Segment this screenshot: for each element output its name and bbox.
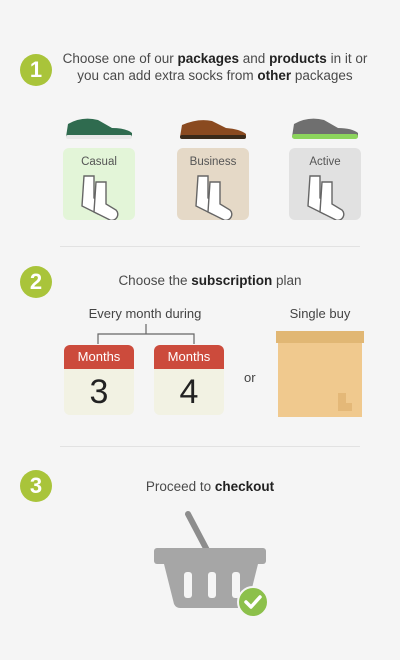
calendar-header: Months [154, 345, 224, 369]
step-1-instructions: Choose one of our packages and products … [62, 51, 368, 83]
socks-icon [195, 175, 233, 220]
package-business[interactable]: Business [174, 110, 254, 228]
or-label: or [244, 370, 256, 385]
package-label: Business [189, 156, 237, 168]
check-icon [237, 586, 269, 618]
step-3-instructions: Proceed to checkout [145, 479, 275, 494]
socks-icon [81, 175, 119, 220]
calendar-value: 3 [64, 369, 134, 415]
step-2-badge: 2 [20, 266, 52, 298]
step-3-badge: 3 [20, 470, 52, 502]
every-month-label: Every month during [88, 306, 202, 321]
step-2-instructions: Choose the subscription plan [118, 273, 302, 288]
divider [60, 246, 360, 247]
package-label: Casual [81, 156, 117, 168]
step-1-badge: 1 [20, 54, 52, 86]
bracket-icon [97, 324, 195, 344]
calendar-3-months[interactable]: Months 3 [64, 345, 134, 415]
shoe-icon [66, 118, 132, 139]
divider [60, 446, 360, 447]
calendar-value: 4 [154, 369, 224, 415]
package-active[interactable]: Active [286, 110, 366, 228]
box-icon[interactable] [276, 331, 364, 417]
package-casual[interactable]: Casual [60, 110, 140, 228]
shoe-icon [180, 120, 246, 139]
package-options: Casual Business Active [60, 110, 370, 230]
calendar-4-months[interactable]: Months 4 [154, 345, 224, 415]
socks-icon [307, 175, 345, 220]
single-buy-label: Single buy [289, 306, 351, 321]
package-label: Active [309, 156, 341, 168]
calendar-header: Months [64, 345, 134, 369]
shoe-icon [292, 118, 358, 139]
